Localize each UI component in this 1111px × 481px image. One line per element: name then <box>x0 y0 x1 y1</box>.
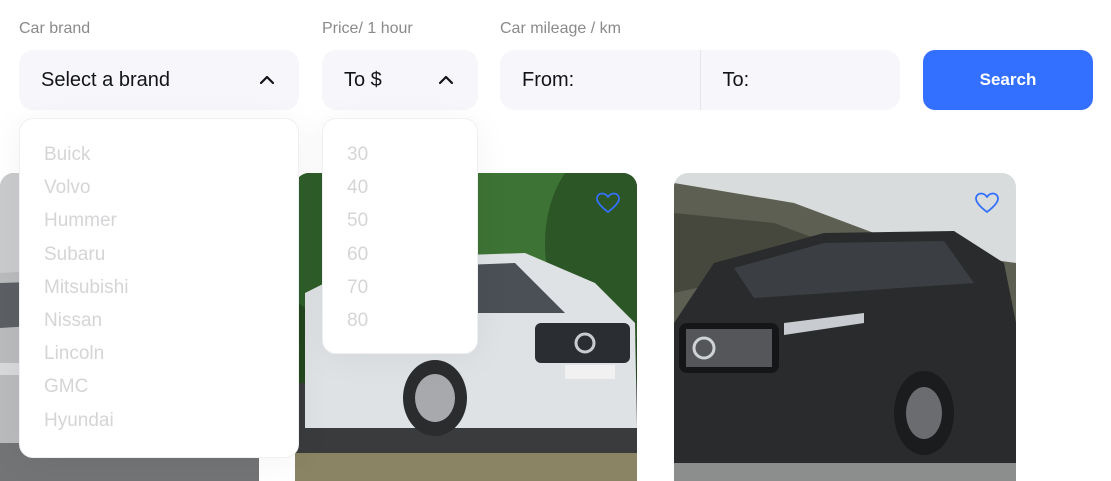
heart-outline-icon[interactable] <box>974 191 1000 215</box>
brand-option[interactable]: Hummer <box>44 204 298 237</box>
brand-dropdown: Buick Volvo Hummer Subaru Mitsubishi Nissan Li… <box>19 118 299 458</box>
price-label: Price/ 1 hour <box>322 20 413 37</box>
brand-option[interactable]: Nissan <box>44 304 298 337</box>
price-option[interactable]: 50 <box>347 204 477 237</box>
mileage-from-input[interactable]: From: <box>500 50 701 110</box>
mileage-to-input[interactable]: To: <box>701 50 901 110</box>
search-button[interactable]: Search <box>923 50 1093 110</box>
dark-volvo-xc60-photo <box>674 173 1016 481</box>
chevron-up-icon <box>438 75 454 85</box>
price-option[interactable]: 60 <box>347 238 477 271</box>
price-dropdown: 30 40 50 60 70 80 <box>322 118 478 354</box>
brand-option[interactable]: Hyundai <box>44 404 298 437</box>
price-option[interactable]: 80 <box>347 304 477 337</box>
car-brand-label: Car brand <box>19 20 91 37</box>
brand-option[interactable]: Mitsubishi <box>44 271 298 304</box>
brand-option[interactable]: Lincoln <box>44 337 298 370</box>
price-select-value: To $ <box>344 68 382 91</box>
brand-option[interactable]: GMC <box>44 370 298 403</box>
brand-options-list: Buick Volvo Hummer Subaru Mitsubishi Nissan Li… <box>44 138 298 437</box>
mileage-to-label: To: <box>722 68 750 91</box>
brand-option[interactable]: Subaru <box>44 238 298 271</box>
brand-option[interactable]: Buick <box>44 138 298 171</box>
brand-option[interactable]: Volvo <box>44 171 298 204</box>
price-option[interactable]: 70 <box>347 271 477 304</box>
chevron-up-icon <box>259 75 275 85</box>
price-select[interactable]: To $ <box>322 50 478 110</box>
brand-select-value: Select a brand <box>41 68 170 91</box>
heart-outline-icon[interactable] <box>595 191 621 215</box>
price-option[interactable]: 30 <box>347 138 477 171</box>
mileage-range: From: To: <box>500 50 900 110</box>
price-option[interactable]: 40 <box>347 171 477 204</box>
price-options-list: 30 40 50 60 70 80 <box>347 138 477 337</box>
brand-select[interactable]: Select a brand <box>19 50 299 110</box>
mileage-label: Car mileage / km <box>500 20 621 37</box>
car-card[interactable] <box>674 173 1016 481</box>
mileage-from-label: From: <box>522 68 575 91</box>
